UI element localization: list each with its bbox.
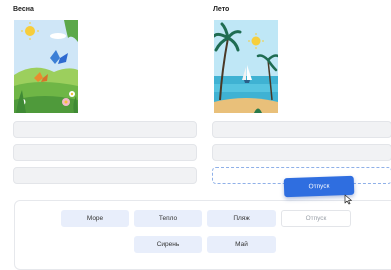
mouse-cursor-icon	[344, 192, 353, 210]
summer-answer-slot-2[interactable]	[212, 144, 391, 161]
spring-meadow-image	[14, 20, 78, 113]
word-chip-siren[interactable]: Сирень	[134, 236, 202, 253]
word-chip-plyazh[interactable]: Пляж	[207, 210, 276, 227]
summer-column-title: Лето	[213, 6, 230, 13]
spring-answer-slot-1[interactable]	[13, 121, 197, 138]
word-chip-may[interactable]: Май	[207, 236, 276, 253]
summer-answer-slot-1[interactable]	[212, 121, 391, 138]
spring-answer-slot-3[interactable]	[13, 167, 197, 184]
summer-beach-image	[214, 20, 278, 113]
word-chip-more[interactable]: Море	[61, 210, 129, 227]
spring-column-title: Весна	[13, 6, 34, 13]
spring-answer-slot-2[interactable]	[13, 144, 197, 161]
word-chip-teplo[interactable]: Тепло	[134, 210, 202, 227]
spring-picture-card	[14, 20, 78, 113]
word-chip-otpusk-placeholder: Отпуск	[281, 210, 351, 227]
summer-picture-card	[214, 20, 278, 113]
